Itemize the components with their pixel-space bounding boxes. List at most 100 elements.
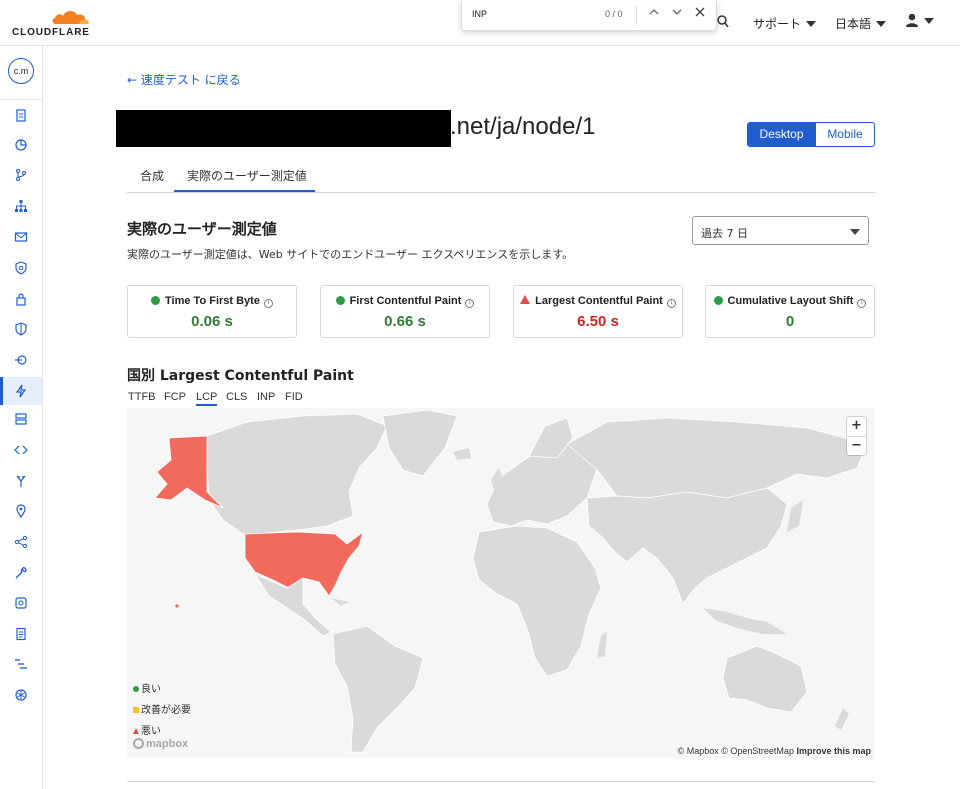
country-new-zealand	[835, 708, 849, 730]
app-icon	[15, 597, 27, 609]
traffic-icon	[15, 355, 27, 365]
map-tab-fid[interactable]: FID	[285, 391, 303, 403]
map-tab-lcp[interactable]: LCP	[196, 391, 218, 406]
metric-card-cls: Cumulative Layout Shift i 0	[705, 285, 875, 338]
sidebar-item-storage[interactable]	[0, 405, 42, 433]
metric-name: First Contentful Paint	[349, 295, 462, 307]
period-select[interactable]: 過去 7 日	[692, 216, 869, 245]
find-input[interactable]: INP	[472, 9, 487, 19]
info-icon[interactable]: i	[666, 299, 676, 308]
zoom-out-button[interactable]: −	[847, 436, 866, 455]
filter-icon	[16, 475, 26, 487]
brand-wordmark: CLOUDFLARE	[12, 27, 90, 38]
continent-south-america	[332, 625, 424, 753]
support-menu[interactable]: サポート	[753, 15, 817, 32]
sidebar-item-code[interactable]	[0, 436, 42, 464]
find-count: 0 / 0	[605, 9, 623, 19]
needs-improvement-legend-icon	[133, 707, 139, 713]
account-avatar[interactable]: c.m	[8, 58, 34, 84]
language-menu[interactable]: 日本語	[835, 15, 887, 32]
sidebar-item-wrench[interactable]	[0, 559, 42, 587]
map-tab-cls[interactable]: CLS	[226, 391, 247, 403]
mapbox-logo[interactable]: mapbox	[133, 738, 188, 750]
sidebar-item-shield[interactable]	[0, 315, 42, 343]
tab-synthetic[interactable]: 合成	[140, 167, 164, 184]
country-cuba	[331, 598, 349, 606]
find-next-button[interactable]	[672, 6, 682, 21]
chevron-down-icon	[924, 18, 934, 24]
cloud-icon	[52, 10, 89, 24]
sidebar-item-document[interactable]	[0, 620, 42, 648]
world-map-canvas	[154, 409, 868, 753]
sidebar-item-location-pin[interactable]	[0, 497, 42, 525]
shield-icon	[15, 322, 27, 336]
region-southeast-asia	[703, 608, 787, 634]
storage-icon	[15, 413, 27, 425]
find-previous-button[interactable]	[649, 6, 659, 21]
info-icon[interactable]: i	[263, 299, 273, 308]
redacted-hostname	[116, 110, 451, 147]
country-japan	[787, 500, 803, 532]
legend-good-label: 良い	[141, 684, 161, 695]
sidebar-item-clipboard[interactable]	[0, 101, 42, 129]
chevron-down-icon	[876, 21, 887, 27]
metric-card-lcp: Largest Contentful Paint i 6.50 s	[513, 285, 683, 338]
document-icon	[16, 627, 26, 641]
country-canada	[206, 413, 388, 535]
world-map[interactable]: + − 良い 改善が必要 悪い mapbox © Mapbox © OpenSt…	[127, 408, 875, 758]
mobile-button[interactable]: Mobile	[815, 123, 874, 146]
user-menu[interactable]	[905, 13, 934, 28]
attribution-text[interactable]: © Mapbox © OpenStreetMap	[678, 746, 794, 756]
cloudflare-logo[interactable]: CLOUDFLARE	[12, 8, 94, 40]
country-hawaii	[175, 604, 179, 608]
legend-poor-label: 悪い	[141, 726, 161, 737]
sidebar-item-traffic[interactable]	[0, 346, 42, 374]
sidebar-item-mail[interactable]	[0, 223, 42, 251]
search-icon[interactable]	[717, 14, 729, 31]
sidebar-item-snowflake[interactable]	[0, 681, 42, 709]
sidebar-item-app[interactable]	[0, 589, 42, 617]
sidebar-item-lock[interactable]	[0, 285, 42, 313]
sidebar-divider	[0, 99, 42, 100]
chevron-down-icon	[850, 229, 860, 235]
sidebar-item-filter[interactable]	[0, 467, 42, 495]
info-icon[interactable]: i	[857, 299, 867, 308]
sidebar-item-list[interactable]	[0, 650, 42, 678]
good-legend-icon	[133, 686, 139, 692]
rum-description: 実際のユーザー測定値は、Web サイトでのエンドユーザー エクスペリエンスを示し…	[127, 248, 574, 261]
page-title: .net/ja/node/1	[450, 113, 596, 140]
metric-value: 0.66 s	[384, 313, 426, 330]
legend-needs-improvement-label: 改善が必要	[141, 705, 191, 716]
user-icon	[906, 13, 918, 27]
improve-map-link[interactable]: Improve this map	[796, 746, 871, 756]
zoom-in-button[interactable]: +	[847, 417, 866, 436]
good-status-icon	[151, 296, 161, 305]
find-close-button[interactable]	[695, 6, 705, 21]
map-tab-ttfb[interactable]: TTFB	[128, 391, 156, 403]
back-to-speed-test-link[interactable]: ← 速度テスト に戻る	[127, 71, 241, 88]
map-tab-fcp[interactable]: FCP	[164, 391, 186, 403]
map-tab-inp[interactable]: INP	[257, 391, 275, 403]
continent-asia	[586, 487, 788, 605]
mapbox-icon	[133, 738, 144, 749]
sidebar-item-lightning[interactable]	[0, 377, 42, 405]
poor-status-icon	[520, 295, 531, 304]
legend-needs-improvement: 改善が必要	[133, 701, 191, 716]
legend-good: 良い	[133, 680, 161, 695]
period-select-value: 過去 7 日	[701, 227, 748, 240]
sidebar-item-share[interactable]	[0, 528, 42, 556]
chevron-down-icon	[672, 9, 682, 15]
tabs-divider	[127, 192, 875, 193]
sidebar-item-pie-chart[interactable]	[0, 131, 42, 159]
sidebar-item-network[interactable]	[0, 192, 42, 220]
info-icon[interactable]: i	[465, 299, 475, 308]
metric-name: Cumulative Layout Shift	[727, 295, 854, 307]
map-attribution: © Mapbox © OpenStreetMap Improve this ma…	[677, 746, 871, 756]
sidebar-item-shield-badge[interactable]	[0, 254, 42, 282]
find-bar: INP 0 / 0	[461, 0, 717, 31]
mapbox-wordmark: mapbox	[146, 738, 189, 750]
tab-real-user-monitoring[interactable]: 実際のユーザー測定値	[187, 167, 307, 184]
section-divider	[127, 781, 875, 782]
desktop-button[interactable]: Desktop	[748, 123, 815, 146]
sidebar-item-git-branch[interactable]	[0, 161, 42, 189]
